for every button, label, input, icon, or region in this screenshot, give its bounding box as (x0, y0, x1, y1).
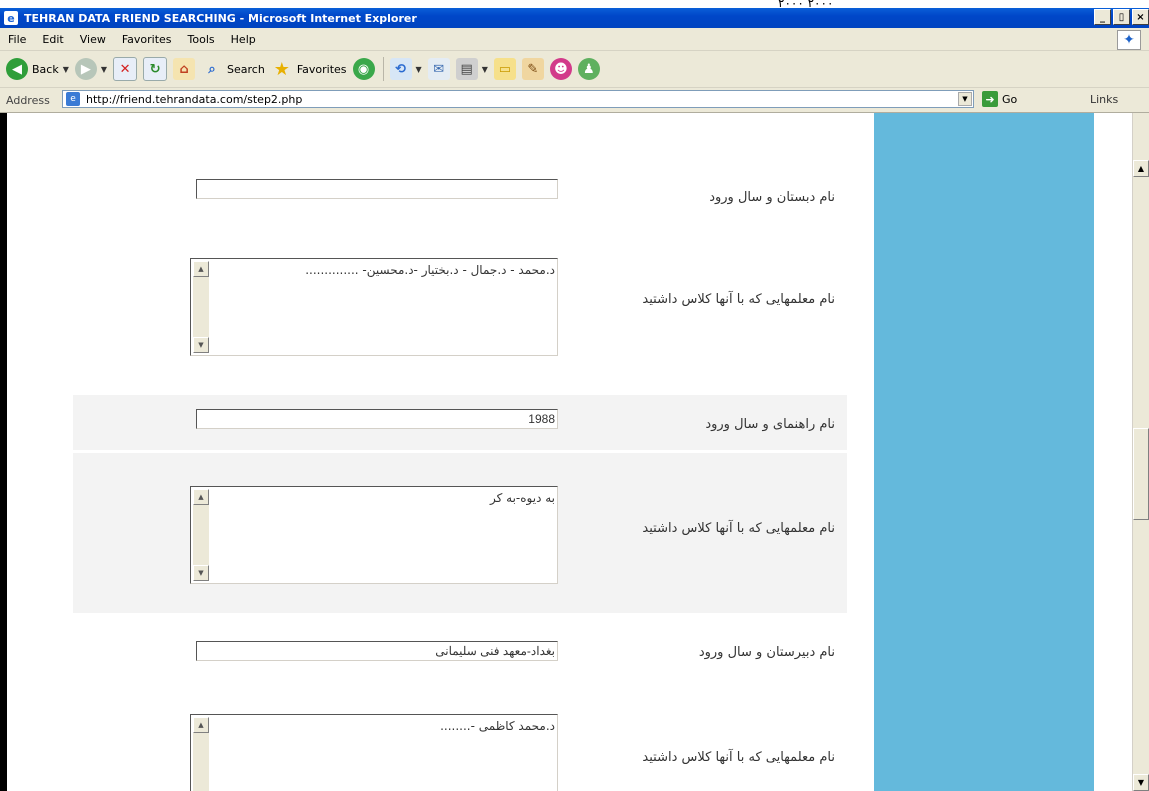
edit-button[interactable]: ▭ (493, 58, 516, 80)
address-bar: Address e http://friend.tehrandata.com/s… (0, 88, 1149, 113)
refresh-button[interactable]: ↻ (143, 57, 168, 81)
top-strip: ٢٠٠٠ ٢٠٠٠ (0, 0, 1149, 10)
address-label: Address (6, 93, 50, 107)
guidance-school-input[interactable] (196, 409, 558, 429)
scroll-up-icon[interactable]: ▲ (193, 489, 209, 505)
primary-teachers-label: نام معلمهایی که با آنها کلاس داشتید (642, 292, 835, 307)
scroll-down-icon[interactable]: ▼ (1133, 774, 1149, 791)
textarea-scrollbar[interactable]: ▲ ▼ (193, 261, 209, 353)
window-controls: _ ▯ × (1092, 9, 1149, 25)
chevron-down-icon[interactable]: ▼ (63, 65, 69, 74)
media-icon: ◉ (352, 58, 375, 80)
toolbar-separator (382, 57, 384, 81)
primary-school-label: نام دبستان و سال ورود (709, 190, 835, 205)
scroll-down-icon[interactable]: ▼ (193, 337, 209, 353)
contacts-button[interactable]: ♟ (577, 58, 600, 80)
menu-favorites[interactable]: Favorites (114, 33, 180, 46)
go-button[interactable]: ➜ Go (982, 91, 1017, 107)
forward-button[interactable]: ▶ ▼ (74, 58, 107, 80)
mail-icon: ✉ (427, 58, 450, 80)
home-icon: ⌂ (173, 58, 196, 80)
refresh-icon: ↻ (143, 57, 168, 81)
contacts-icon: ♟ (577, 58, 600, 80)
menu-help[interactable]: Help (223, 33, 264, 46)
scroll-up-icon[interactable]: ▲ (193, 261, 209, 277)
primary-teachers-value: د.محمد - د.جمال - د.بختیار -د.محسین- ...… (305, 263, 555, 277)
high-teachers-label: نام معلمهایی که با آنها کلاس داشتید (642, 750, 835, 765)
search-label: Search (227, 62, 265, 76)
primary-teachers-textarea[interactable]: ▲ ▼ د.محمد - د.جمال - د.بختیار -د.محسین-… (190, 258, 558, 356)
favorites-label: Favorites (296, 62, 347, 76)
mail-button[interactable]: ✉ (427, 58, 450, 80)
go-label: Go (1002, 92, 1018, 106)
history-button[interactable]: ⟲ ▼ (389, 58, 422, 80)
stop-button[interactable]: ✕ (113, 57, 138, 81)
primary-school-input[interactable] (196, 179, 558, 199)
textarea-scrollbar[interactable]: ▲ (193, 717, 209, 791)
title-bar: e TEHRAN DATA FRIEND SEARCHING - Microso… (0, 8, 1149, 28)
favorites-button[interactable]: ★ Favorites (271, 58, 347, 80)
messenger-button[interactable]: ☻ (549, 58, 572, 80)
ie-page-icon: e (4, 11, 18, 25)
page-icon: e (66, 92, 80, 106)
media-button[interactable]: ◉ (352, 58, 375, 80)
guidance-teachers-textarea[interactable]: ▲ ▼ به دیوه-به کر (190, 486, 558, 584)
window-left-edge (0, 113, 7, 791)
close-button[interactable]: × (1132, 9, 1149, 25)
links-button[interactable]: Links (1090, 93, 1118, 106)
scrollbar-thumb[interactable] (1133, 428, 1149, 520)
forward-arrow-icon: ▶ (74, 58, 97, 80)
side-panel (874, 113, 1094, 791)
guidance-teachers-value: به دیوه-به کر (489, 491, 555, 505)
windows-logo-icon: ✦ (1117, 30, 1141, 50)
chevron-down-icon[interactable]: ▼ (101, 65, 107, 74)
scroll-down-icon[interactable]: ▼ (193, 565, 209, 581)
menu-tools[interactable]: Tools (180, 33, 223, 46)
print-icon: ▤ (455, 58, 478, 80)
maximize-button[interactable]: ▯ (1113, 9, 1130, 25)
toolbar: ◀ Back ▼ ▶ ▼ ✕ ↻ ⌂ ⌕ Search ★ Favorites … (0, 51, 1149, 88)
search-button[interactable]: ⌕ Search (201, 58, 265, 80)
guidance-teachers-label: نام معلمهایی که با آنها کلاس داشتید (642, 521, 835, 536)
page-content: نام دبستان و سال ورود ▲ ▼ د.محمد - د.جما… (0, 113, 1132, 791)
chevron-down-icon[interactable]: ▼ (958, 92, 972, 106)
address-url: http://friend.tehrandata.com/step2.php (86, 92, 303, 106)
high-school-label: نام دبیرستان و سال ورود (698, 645, 835, 660)
home-button[interactable]: ⌂ (173, 58, 196, 80)
scroll-up-icon[interactable]: ▲ (193, 717, 209, 733)
chevron-down-icon[interactable]: ▼ (416, 65, 422, 74)
folder-icon: ▭ (493, 58, 516, 80)
search-icon: ⌕ (208, 61, 216, 77)
discuss-button[interactable]: ✎ (521, 58, 544, 80)
minimize-button[interactable]: _ (1094, 9, 1111, 25)
high-teachers-value: د.محمد کاظمی -........ (440, 719, 555, 733)
star-icon: ★ (273, 58, 290, 80)
discuss-icon: ✎ (521, 58, 544, 80)
scroll-up-icon[interactable]: ▲ (1133, 160, 1149, 177)
back-label: Back (32, 62, 59, 76)
go-arrow-icon: ➜ (982, 91, 998, 107)
history-icon: ⟲ (389, 58, 412, 80)
menu-bar: File Edit View Favorites Tools Help ✦ (0, 28, 1149, 51)
back-button[interactable]: ◀ Back ▼ (6, 58, 69, 80)
textarea-scrollbar[interactable]: ▲ ▼ (193, 489, 209, 581)
address-input[interactable]: e http://friend.tehrandata.com/step2.php… (62, 90, 974, 108)
back-arrow-icon: ◀ (6, 58, 28, 80)
stop-icon: ✕ (113, 57, 138, 81)
print-button[interactable]: ▤ ▼ (455, 58, 488, 80)
menu-view[interactable]: View (72, 33, 114, 46)
guidance-school-label: نام راهنمای و سال ورود (705, 417, 835, 432)
window-title: TEHRAN DATA FRIEND SEARCHING - Microsoft… (24, 11, 417, 25)
menu-edit[interactable]: Edit (34, 33, 71, 46)
page-scrollbar[interactable]: ▲ ▼ (1132, 113, 1149, 791)
high-school-input[interactable] (196, 641, 558, 661)
high-teachers-textarea[interactable]: ▲ د.محمد کاظمی -........ (190, 714, 558, 791)
chevron-down-icon[interactable]: ▼ (482, 65, 488, 74)
messenger-icon: ☻ (549, 58, 572, 80)
menu-file[interactable]: File (0, 33, 34, 46)
